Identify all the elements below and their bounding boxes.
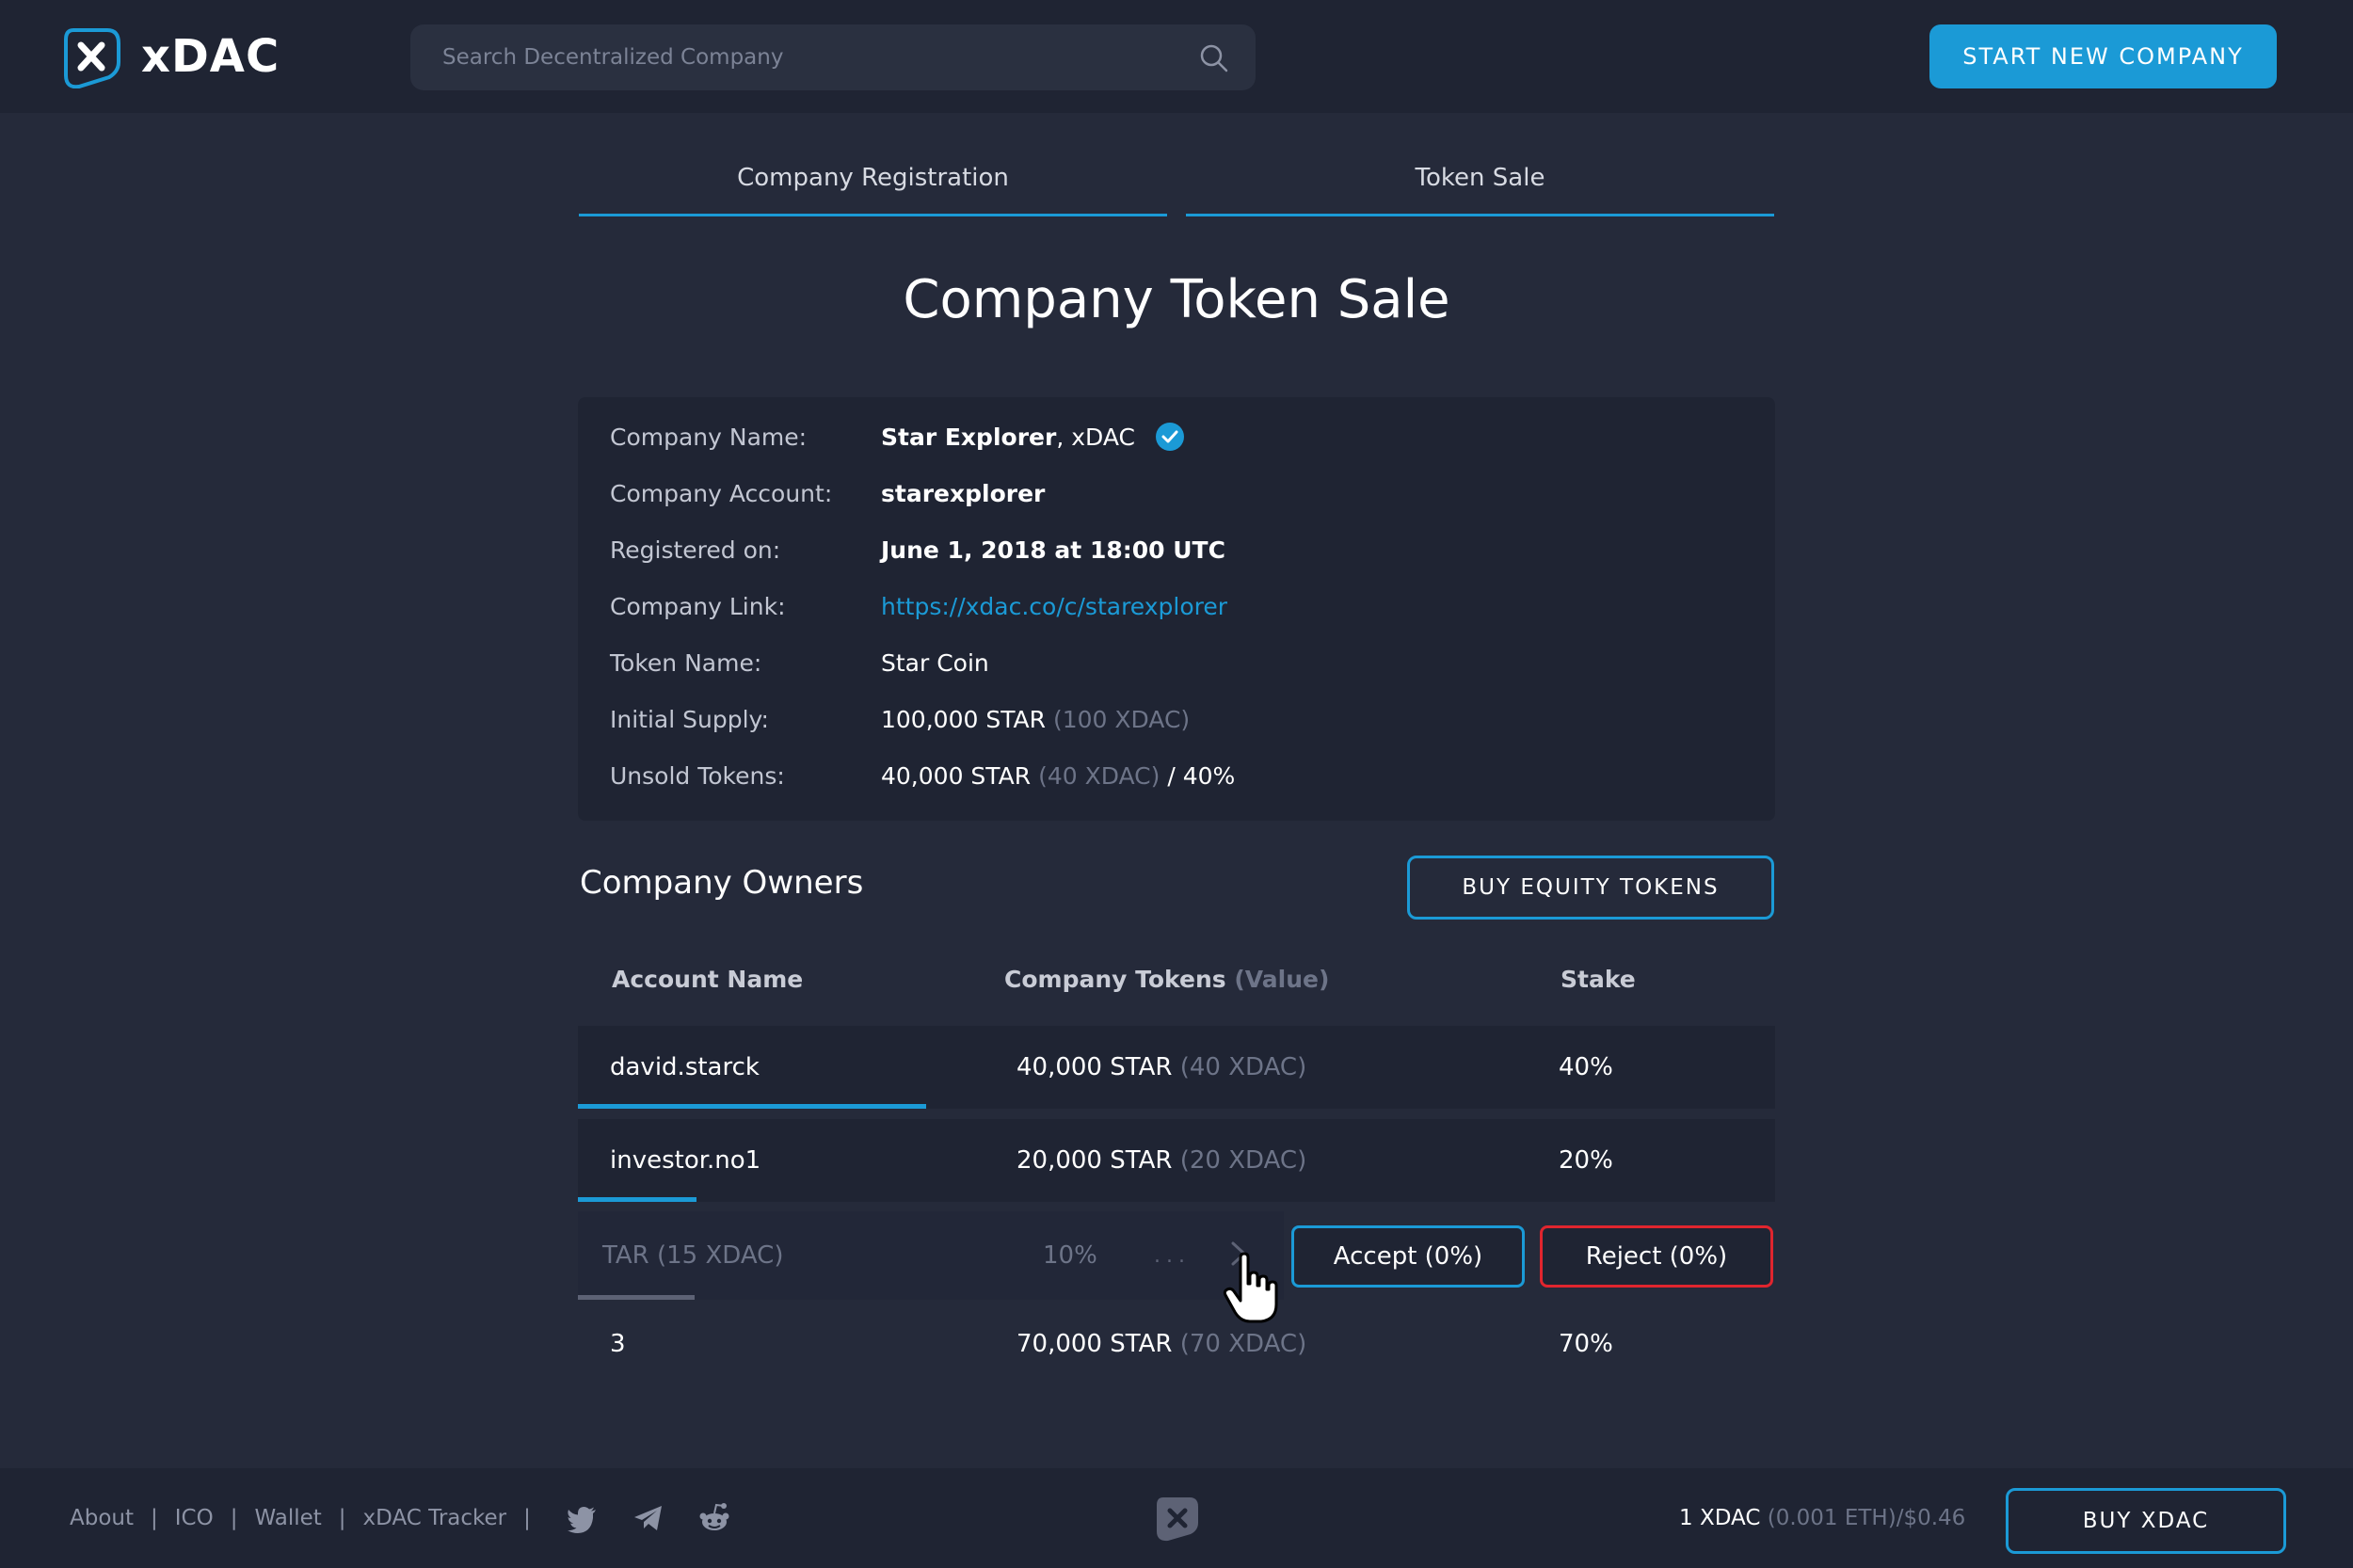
reddit-icon[interactable] — [698, 1502, 730, 1534]
footer-separator: | — [151, 1506, 158, 1530]
column-header-account: Account Name — [612, 966, 804, 993]
pending-stake: 10% — [1043, 1241, 1097, 1270]
info-row-registered: Registered on: June 1, 2018 at 18:00 UTC — [610, 531, 1225, 568]
price-sub: (0.001 ETH)/$0.46 — [1767, 1506, 1966, 1530]
unsold-percent: / 40% — [1167, 761, 1236, 790]
hand-cursor-icon — [1223, 1252, 1278, 1323]
token-amount: 70,000 STAR — [1016, 1330, 1173, 1358]
token-amount: 20,000 STAR — [1016, 1146, 1173, 1175]
unsold-xdac: (40 XDAC) — [1038, 761, 1160, 790]
tab-token-sale[interactable]: Token Sale — [1186, 141, 1774, 216]
stake: 20% — [1559, 1146, 1613, 1175]
top-bar: xDAC START NEW COMPANY — [0, 0, 2353, 113]
stake-progress-bar — [578, 1295, 695, 1300]
footer: About | ICO | Wallet | xDAC Tracker | 1 … — [0, 1468, 2353, 1568]
price-main: 1 XDAC — [1679, 1506, 1761, 1530]
verified-icon — [1155, 423, 1184, 451]
search-box — [410, 24, 1256, 90]
info-row-company-link: Company Link: https://xdac.co/c/starexpl… — [610, 587, 1227, 625]
token-name-value: Star Coin — [881, 648, 989, 677]
account-name: david.starck — [610, 1053, 760, 1081]
column-header-tokens: Company Tokens (Value) — [1004, 966, 1329, 993]
info-row-unsold: Unsold Tokens: 40,000 STAR (40 XDAC) / 4… — [610, 757, 1235, 794]
token-value: (70 XDAC) — [1179, 1330, 1307, 1358]
info-row-company-name: Company Name: Star Explorer , xDAC — [610, 418, 1186, 456]
company-owners-title: Company Owners — [580, 864, 864, 902]
column-header-stake: Stake — [1561, 966, 1636, 993]
accept-button[interactable]: Accept (0%) — [1291, 1225, 1525, 1288]
token-amount: 40,000 STAR — [1016, 1053, 1173, 1081]
company-tokens: 20,000 STAR (20 XDAC) — [1016, 1119, 1306, 1202]
company-info-card: Company Name: Star Explorer , xDAC Compa… — [578, 397, 1775, 821]
token-value: (40 XDAC) — [1179, 1053, 1307, 1081]
initial-supply-xdac: (100 XDAC) — [1052, 705, 1191, 733]
company-name-value: Star Explorer , xDAC — [881, 421, 1186, 453]
company-account-value: starexplorer — [881, 479, 1046, 507]
company-name-label: Company Name: — [610, 423, 808, 451]
footer-separator: | — [338, 1506, 346, 1530]
search-icon[interactable] — [1199, 43, 1229, 73]
company-link[interactable]: https://xdac.co/c/starexplorer — [881, 593, 1227, 620]
info-row-initial-supply: Initial Supply: 100,000 STAR (100 XDAC) — [610, 700, 1190, 738]
stake: 40% — [1559, 1053, 1613, 1081]
brand-name: xDAC — [141, 30, 280, 83]
page-title: Company Token Sale — [903, 269, 1450, 330]
twitter-icon[interactable] — [567, 1502, 599, 1534]
initial-supply-label: Initial Supply: — [610, 705, 769, 733]
token-value: (20 XDAC) — [1179, 1146, 1307, 1175]
pending-tokens: TAR (15 XDAC) — [602, 1241, 784, 1270]
footer-separator: | — [523, 1506, 531, 1530]
footer-link-wallet[interactable]: Wallet — [254, 1506, 321, 1530]
table-row[interactable]: investor.no1 20,000 STAR (20 XDAC) 20% — [578, 1119, 1775, 1202]
account-count: 3 — [610, 1330, 626, 1358]
buy-xdac-button[interactable]: BUY XDAC — [2006, 1488, 2286, 1554]
total-stake: 70% — [1559, 1330, 1613, 1358]
footer-link-xdac-tracker[interactable]: xDAC Tracker — [363, 1506, 507, 1530]
registered-label: Registered on: — [610, 536, 781, 564]
footer-separator: | — [230, 1506, 238, 1530]
search-input[interactable] — [442, 24, 1176, 90]
start-new-company-button[interactable]: START NEW COMPANY — [1929, 24, 2277, 88]
stake-progress-bar — [578, 1197, 696, 1202]
info-row-company-account: Company Account: starexplorer — [610, 474, 1045, 512]
company-name: Star Explorer — [881, 423, 1057, 451]
column-header-tokens-value: (Value) — [1234, 966, 1330, 993]
column-header-tokens-label: Company Tokens — [1004, 966, 1226, 993]
tab-company-registration[interactable]: Company Registration — [579, 141, 1167, 216]
unsold-amount: 40,000 STAR — [881, 761, 1032, 790]
footer-link-about[interactable]: About — [70, 1506, 134, 1530]
stake-progress-bar — [578, 1104, 926, 1109]
unsold-label: Unsold Tokens: — [610, 761, 785, 790]
account-name: investor.no1 — [610, 1146, 761, 1175]
buy-equity-tokens-button[interactable]: BUY EQUITY TOKENS — [1407, 856, 1774, 920]
table-row-total: 3 70,000 STAR (70 XDAC) 70% — [578, 1303, 1775, 1385]
xdac-logo-icon — [64, 28, 120, 88]
footer-links: About | ICO | Wallet | xDAC Tracker | — [70, 1468, 730, 1568]
token-name-label: Token Name: — [610, 648, 762, 677]
company-tokens: 40,000 STAR (40 XDAC) — [1016, 1026, 1306, 1109]
unsold-value: 40,000 STAR (40 XDAC) / 40% — [881, 762, 1235, 790]
company-link-label: Company Link: — [610, 592, 786, 620]
telegram-icon[interactable] — [632, 1502, 664, 1534]
registered-value: June 1, 2018 at 18:00 UTC — [881, 536, 1225, 564]
company-name-suffix: , xDAC — [1056, 423, 1135, 451]
initial-supply-amount: 100,000 STAR — [881, 705, 1046, 733]
xdac-price: 1 XDAC (0.001 ETH)/$0.46 — [1679, 1468, 1965, 1568]
table-row[interactable]: david.starck 40,000 STAR (40 XDAC) 40% — [578, 1026, 1775, 1109]
info-row-token-name: Token Name: Star Coin — [610, 644, 989, 681]
xdac-logo-icon — [1157, 1497, 1198, 1542]
pending-row[interactable]: TAR (15 XDAC) 10% ... — [578, 1211, 1284, 1300]
more-dots: ... — [1154, 1243, 1191, 1268]
reject-button[interactable]: Reject (0%) — [1540, 1225, 1773, 1288]
brand-logo[interactable]: xDAC — [60, 24, 280, 88]
footer-link-ico[interactable]: ICO — [175, 1506, 214, 1530]
company-account-label: Company Account: — [610, 479, 833, 507]
initial-supply-value: 100,000 STAR (100 XDAC) — [881, 706, 1190, 733]
